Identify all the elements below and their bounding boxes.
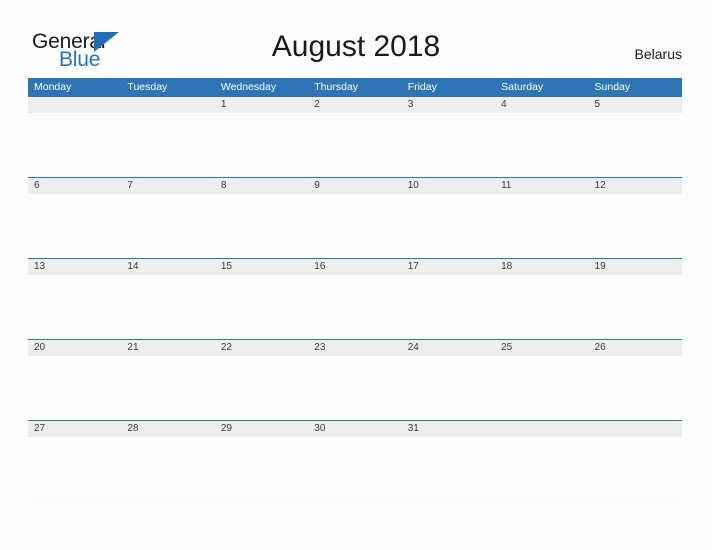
week-row: 27 28 29 30 31 [28,420,682,501]
day-cell[interactable]: 15 [215,259,308,275]
week-note-area[interactable] [28,113,682,176]
weekday-header-friday: Friday [407,81,437,93]
page-header: General Blue August 2018 Belarus [0,0,712,78]
weekday-header-tuesday: Tuesday [127,81,168,93]
weekday-header-row: Monday Tuesday Wednesday Thursday Friday… [28,78,682,96]
calendar-page: General Blue August 2018 Belarus Monday … [0,0,712,550]
date-band: 1 2 3 4 5 [28,97,682,113]
day-cell[interactable]: 22 [215,340,308,356]
day-cell[interactable]: 9 [308,178,401,194]
day-cell[interactable]: 12 [589,178,682,194]
day-cell[interactable]: 4 [495,97,588,113]
day-cell[interactable]: 5 [589,97,682,113]
day-cell[interactable]: 24 [402,340,495,356]
day-cell[interactable] [121,97,214,113]
day-cell[interactable]: 2 [308,97,401,113]
week-row: 13 14 15 16 17 18 19 [28,258,682,339]
week-note-area[interactable] [28,356,682,419]
day-cell[interactable]: 17 [402,259,495,275]
weekday-header-sunday: Sunday [594,81,631,93]
day-cell[interactable] [28,97,121,113]
week-row: 1 2 3 4 5 [28,96,682,177]
day-cell[interactable] [495,421,588,437]
day-cell[interactable]: 11 [495,178,588,194]
day-cell[interactable]: 3 [402,97,495,113]
day-cell[interactable]: 13 [28,259,121,275]
day-cell[interactable]: 31 [402,421,495,437]
day-cell[interactable]: 21 [121,340,214,356]
day-cell[interactable]: 23 [308,340,401,356]
weekday-header-saturday: Saturday [501,81,544,93]
day-cell[interactable]: 6 [28,178,121,194]
weekday-header-thursday: Thursday [314,81,359,93]
day-cell[interactable] [589,421,682,437]
day-cell[interactable]: 20 [28,340,121,356]
weekday-header-wednesday: Wednesday [220,81,277,93]
date-band: 13 14 15 16 17 18 19 [28,259,682,275]
date-band: 20 21 22 23 24 25 26 [28,340,682,356]
weekday-header-monday: Monday [34,81,72,93]
day-cell[interactable]: 8 [215,178,308,194]
day-cell[interactable]: 27 [28,421,121,437]
week-row: 20 21 22 23 24 25 26 [28,339,682,420]
week-note-area[interactable] [28,275,682,338]
day-cell[interactable]: 7 [121,178,214,194]
week-note-area[interactable] [28,194,682,257]
day-cell[interactable]: 26 [589,340,682,356]
day-cell[interactable]: 18 [495,259,588,275]
calendar-grid: Monday Tuesday Wednesday Thursday Friday… [28,78,682,501]
day-cell[interactable]: 30 [308,421,401,437]
date-band: 27 28 29 30 31 [28,421,682,437]
week-note-area[interactable] [28,437,682,500]
day-cell[interactable]: 10 [402,178,495,194]
page-title: August 2018 [271,30,441,63]
day-cell[interactable]: 29 [215,421,308,437]
day-cell[interactable]: 25 [495,340,588,356]
week-row: 6 7 8 9 10 11 12 [28,177,682,258]
day-cell[interactable]: 28 [121,421,214,437]
day-cell[interactable]: 19 [589,259,682,275]
day-cell[interactable]: 14 [121,259,214,275]
day-cell[interactable]: 16 [308,259,401,275]
day-cell[interactable]: 1 [215,97,308,113]
date-band: 6 7 8 9 10 11 12 [28,178,682,194]
region-label: Belarus [634,46,682,62]
